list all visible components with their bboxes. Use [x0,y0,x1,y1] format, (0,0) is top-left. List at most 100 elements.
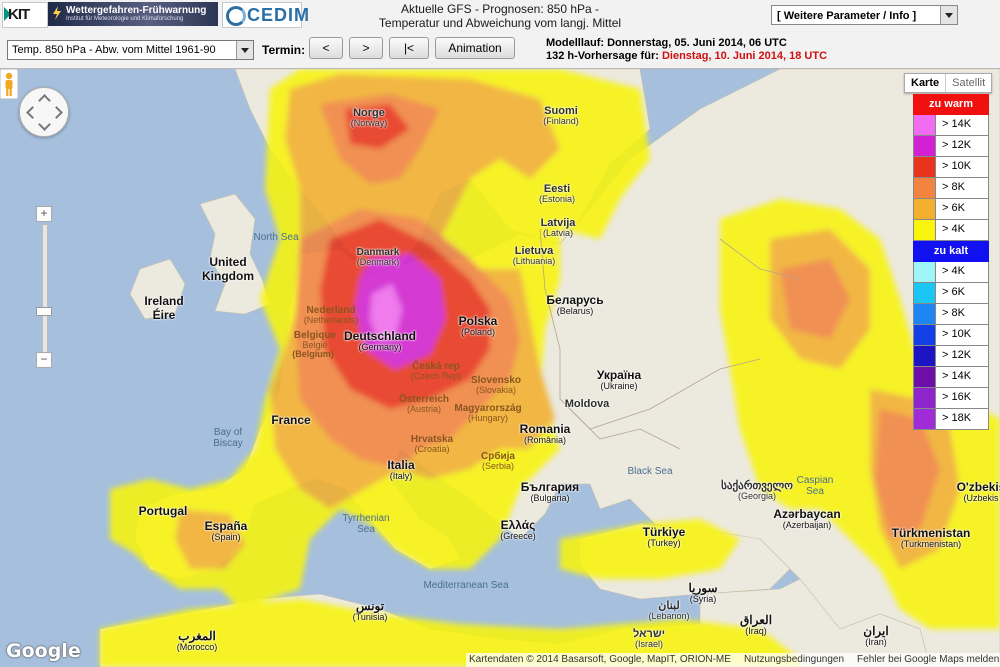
label-israel: ישראל (Israel) [633,628,665,649]
zoom-control[interactable]: + − [36,206,52,368]
next-button[interactable]: > [349,37,383,59]
legend-warm-row: > 6K [913,199,989,220]
label-turkmenistan: Türkmenistan (Turkmenistan) [892,526,971,549]
label-osterreich: Österreich (Austria) [399,394,449,414]
lightning-icon [53,6,61,20]
legend-cold-swatch [914,367,936,387]
label-turkmenistan-sub: (Turkmenistan) [900,539,962,549]
banner-subtitle: Institut für Meteorologie und Klimaforsc… [66,16,184,22]
legend-warm-label: > 6K [942,202,965,214]
label-iran-name: ايران [863,624,889,638]
label-magyarorszag-sub: (Hungary) [467,413,508,423]
zoom-in-button[interactable]: + [36,206,52,222]
google-logo[interactable]: Google [6,640,81,662]
first-button[interactable]: |< [389,37,429,59]
label-turkiye: Türkiye (Turkey) [643,525,686,548]
label-france: France [271,413,310,427]
label-belgium: (Belgium) [292,349,334,359]
wettergefahren-banner[interactable]: Wettergefahren-Frühwarnung Institut für … [48,2,218,26]
legend-warm-row: > 14K [913,115,989,136]
label-ireland-name: Ireland [144,294,184,308]
cedim-logo[interactable]: CEDIM [222,2,309,28]
label-moldova: Moldova [565,398,610,410]
weitere-parameter-dropdown[interactable]: [ Weitere Parameter / Info ] [771,5,958,25]
pan-down-icon[interactable] [38,118,51,131]
map-type-satellit[interactable]: Satellit [946,74,991,92]
label-suomi: Suomi (Finland) [543,105,579,126]
legend-warm-label: > 12K [942,139,972,151]
map-footer: Kartendaten © 2014 Basarsoft, Google, Ma… [466,653,1000,667]
zoom-slider-handle[interactable] [36,307,52,316]
label-ellas: Ελλάς (Greece) [500,518,536,541]
zoom-out-button[interactable]: − [36,352,52,368]
zoom-track[interactable] [42,224,48,354]
label-hrvatska-sub: (Croatia) [414,444,450,454]
label-eire: Éire [153,308,176,322]
label-romania-name: Romania [519,422,571,436]
prev-button[interactable]: < [309,37,343,59]
label-ceska: Česká rep (Czech Rep) [411,361,462,381]
label-slovensko-sub: (Slovakia) [475,385,516,395]
banner-title: Wettergefahren-Frühwarnung [66,5,207,16]
label-deutschland: Deutschland (Germany) [344,329,416,352]
label-syria-sub: (Syria) [689,594,717,604]
label-turkmenistan-name: Türkmenistan [891,526,971,540]
label-danmark: Danmark (Denmark) [357,247,400,267]
legend-cold-row: > 12K [913,346,989,367]
pegman-icon[interactable] [0,69,18,99]
label-ukraina-sub: (Ukraine) [600,381,638,391]
label-polska: Polska (Poland) [459,314,498,337]
cedim-logo-mark [226,6,246,26]
legend-cold-swatch [914,283,936,303]
legend-warm-header: zu warm [913,94,989,115]
vorhersage-value: Dienstag, 10. Juni 2014, 18 UTC [661,50,828,62]
chevron-down-icon[interactable] [940,6,957,24]
legend-warm-swatch [914,115,936,135]
kit-logo[interactable]: KIT [2,2,48,28]
legend-warm-label: > 14K [942,118,972,130]
label-france-name: France [271,413,311,427]
legend-cold-swatch [914,346,936,366]
label-iran-sub: (Iran) [865,637,887,647]
parameter-select[interactable]: Temp. 850 hPa - Abw. vom Mittel 1961-90 [7,40,254,60]
legend-cold-rows: > 4K > 6K > 8K > 10K > 12K > 14K > 16K > 18K [913,262,989,430]
label-turkiye-sub: (Turkey) [647,538,681,548]
sea-bay-of-biscay: Bay of Biscay [213,427,243,449]
label-lietuva-sub: (Lithuania) [512,256,556,266]
label-italia-name: Italia [387,458,415,472]
label-srbija: Србија (Serbia) [481,451,515,471]
animation-button[interactable]: Animation [435,37,515,59]
legend-warm-swatch [914,136,936,156]
legend-cold-label: > 16K [942,391,972,403]
legend-cold-row: > 4K [913,262,989,283]
legend-cold-swatch [914,262,936,282]
legend-warm-swatch [914,199,936,219]
label-deutschland-name: Deutschland [343,329,417,343]
pan-right-icon[interactable] [50,106,63,119]
label-ellas-sub: (Greece) [500,531,536,541]
sea-mediterranean: Mediterranean Sea [423,580,509,591]
terms-link[interactable]: Nutzungsbedingungen [744,654,844,665]
pan-up-icon[interactable] [38,94,51,107]
pan-left-icon[interactable] [26,106,39,119]
pan-control[interactable] [19,87,69,137]
label-bulgaria-name: България [520,480,580,494]
legend-warm-swatch [914,157,936,177]
report-error-link[interactable]: Fehler bei Google Maps melden [857,654,999,665]
label-ireland: Ireland [144,294,183,308]
termin-label: Termin: [262,43,306,57]
legend-cold-label: > 6K [942,286,965,298]
label-iraq: العراق (Iraq) [740,613,772,636]
legend-warm-row: > 8K [913,178,989,199]
label-belgique: Belgique België [294,330,336,350]
label-azerbaycan: Azərbaycan (Azerbaijan) [773,507,840,530]
label-belarus-sub: (Belarus) [556,306,594,316]
chevron-down-icon[interactable] [236,41,253,59]
label-israel-sub: (Israel) [634,639,663,649]
legend-warm-row: > 10K [913,157,989,178]
map-canvas[interactable]: Norge (Norway) Suomi (Finland) Eesti (Eston… [0,69,1000,667]
map-type-karte[interactable]: Karte [905,74,947,92]
label-polska-sub: (Poland) [460,327,496,337]
map-type-switch[interactable]: Karte Satellit [904,73,993,93]
label-united-name: United [209,255,247,269]
